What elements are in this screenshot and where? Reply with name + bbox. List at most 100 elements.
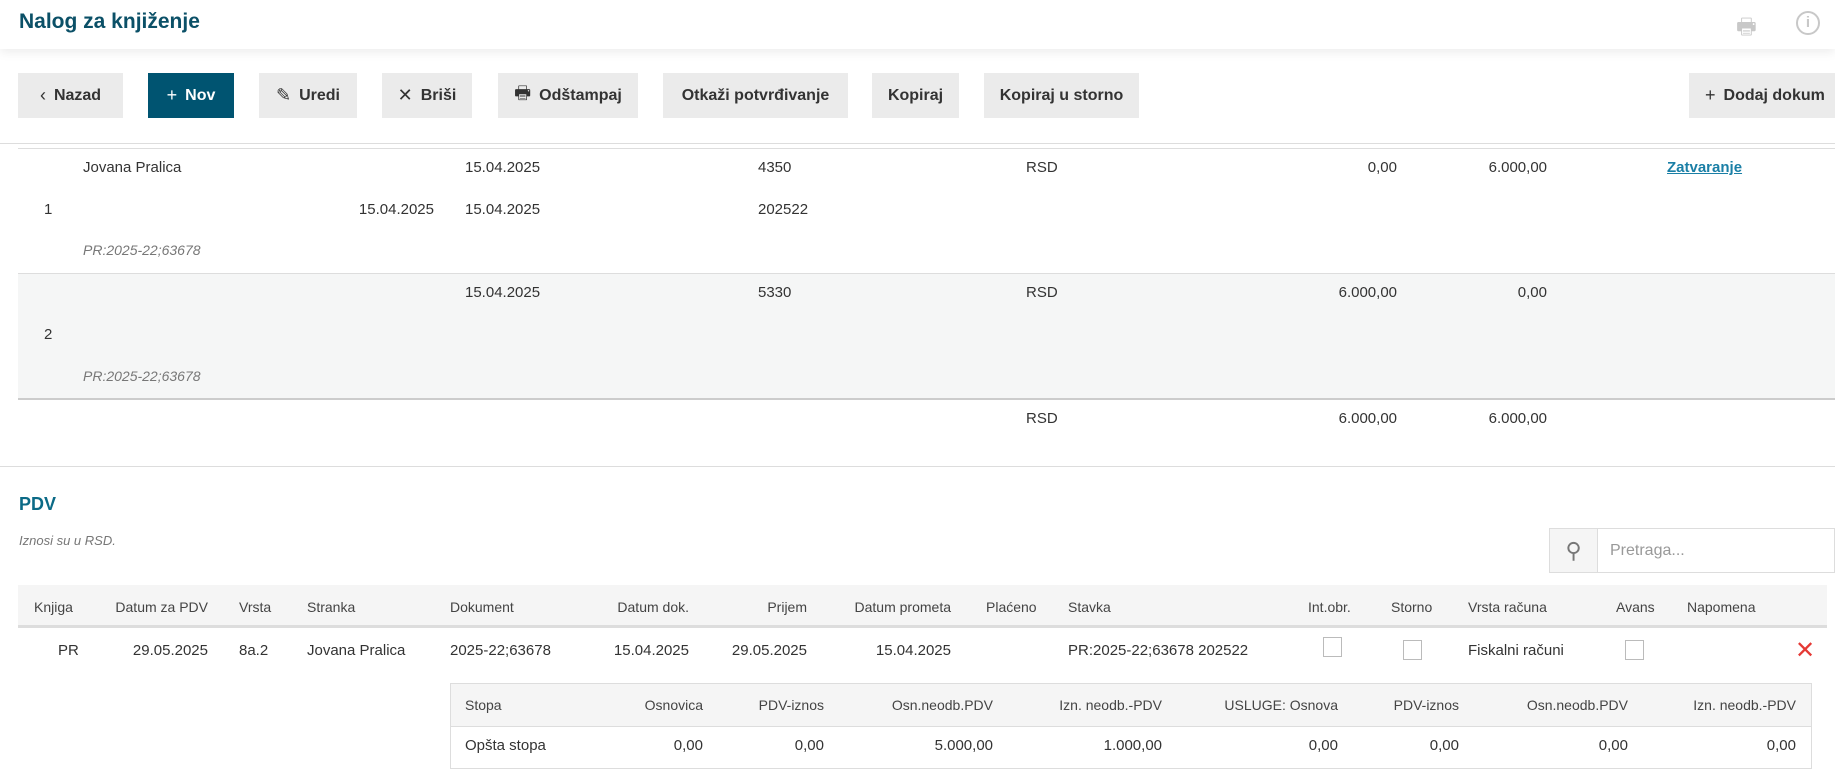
- cell-datum-pdv: 29.05.2025: [132, 642, 208, 659]
- app-header: Nalog za knjiženje 🖶 i: [0, 0, 1835, 49]
- column-header: Prijem: [767, 599, 807, 615]
- entry-reference: PR:2025-22;63678: [83, 242, 201, 258]
- close-icon: ✕: [397, 85, 413, 105]
- add-document-button[interactable]: + Dodaj dokum: [1689, 73, 1835, 118]
- column-header: Stavka: [1068, 599, 1111, 615]
- back-label: Nazad: [53, 86, 102, 104]
- entry-date: 15.04.2025: [465, 201, 541, 218]
- entry-credit: 6.000,00: [1488, 159, 1547, 176]
- entry-account: 4350: [758, 159, 792, 176]
- entry-due-date: 15.04.2025: [358, 201, 434, 218]
- cell-usluge-osn-neodb: 0,00: [1598, 737, 1628, 754]
- edit-label: Uredi: [299, 86, 340, 104]
- delete-label: Briši: [420, 86, 457, 104]
- page-title: Nalog za knjiženje: [19, 10, 200, 33]
- cell-osn-neodb: 5.000,00: [934, 737, 993, 754]
- column-header: Knjiga: [34, 599, 73, 615]
- delete-row-icon[interactable]: ✕: [1795, 636, 1815, 665]
- cell-vrsta-racuna: Fiskalni računi: [1468, 642, 1564, 659]
- printer-icon[interactable]: 🖶: [1736, 10, 1757, 48]
- cell-datum-dok: 15.04.2025: [613, 642, 689, 659]
- pdv-section-title: PDV: [19, 494, 57, 514]
- column-header: Izn. neodb.-PDV: [1059, 697, 1162, 713]
- cell-osnovica: 0,00: [673, 737, 703, 754]
- pencil-icon: ✎: [276, 85, 292, 105]
- search-box: ⚲: [1549, 528, 1835, 573]
- back-button[interactable]: ‹ Nazad: [18, 73, 123, 118]
- entry-date: 15.04.2025: [465, 159, 541, 176]
- int-obr-checkbox[interactable]: [1323, 637, 1342, 657]
- divider: [0, 143, 1835, 144]
- entry-currency: RSD: [1026, 159, 1058, 176]
- entry-account: 202522: [758, 201, 809, 218]
- column-header: Storno: [1391, 599, 1433, 615]
- divider: [18, 273, 1835, 274]
- avans-checkbox[interactable]: [1625, 640, 1644, 660]
- plus-icon: +: [1705, 85, 1716, 105]
- column-header: Plaćeno: [986, 599, 1037, 615]
- column-header: Datum dok.: [617, 599, 689, 615]
- new-label: Nov: [185, 86, 216, 104]
- entry-credit: 0,00: [1517, 284, 1547, 301]
- column-header: Napomena: [1687, 599, 1756, 615]
- cell-prijem: 29.05.2025: [731, 642, 807, 659]
- column-header: Datum prometa: [854, 599, 951, 615]
- new-button[interactable]: + Nov: [148, 73, 234, 118]
- column-header: Stranka: [307, 599, 356, 615]
- divider: [18, 398, 1835, 400]
- column-header: Osn.neodb.PDV: [1526, 697, 1628, 713]
- chevron-left-icon: ‹: [39, 85, 46, 105]
- currency-note: Iznosi su u RSD.: [19, 533, 116, 548]
- column-header: Stopa: [465, 697, 502, 713]
- cell-knjiga: PR: [58, 642, 79, 659]
- copy-storno-button[interactable]: Kopiraj u storno: [984, 73, 1139, 118]
- entry-party: Jovana Pralica: [83, 159, 182, 176]
- cell-vrsta: 8a.2: [239, 642, 269, 659]
- copy-button[interactable]: Kopiraj: [872, 73, 959, 118]
- closing-link[interactable]: Zatvaranje: [1667, 159, 1742, 176]
- cell-datum-prometa: 15.04.2025: [875, 642, 951, 659]
- printer-icon: 🖶: [514, 82, 532, 103]
- column-header: USLUGE: Osnova: [1224, 697, 1338, 713]
- column-header: Int.obr.: [1308, 599, 1351, 615]
- cell-stopa: Opšta stopa: [465, 737, 546, 754]
- search-input[interactable]: [1598, 529, 1834, 572]
- cell-usluge-pdv-iznos: 0,00: [1429, 737, 1459, 754]
- edit-button[interactable]: ✎ Uredi: [259, 73, 357, 118]
- totals-debit: 6.000,00: [1338, 410, 1397, 427]
- cell-stavka: PR:2025-22;63678 202522: [1068, 642, 1249, 659]
- column-header: Datum za PDV: [115, 599, 208, 615]
- storno-checkbox[interactable]: [1403, 640, 1422, 660]
- cell-usluge-izn-neodb: 0,00: [1766, 737, 1796, 754]
- plus-icon: +: [166, 85, 178, 105]
- vat-rates-table: [450, 683, 1812, 769]
- column-header: PDV-iznos: [1393, 697, 1459, 713]
- column-header: Osn.neodb.PDV: [891, 697, 993, 713]
- totals-currency: RSD: [1026, 410, 1058, 427]
- totals-credit: 6.000,00: [1488, 410, 1547, 427]
- cell-stranka: Jovana Pralica: [307, 642, 406, 659]
- column-header: Avans: [1616, 599, 1655, 615]
- print-button[interactable]: 🖶 Odštampaj: [498, 73, 638, 118]
- divider: [0, 466, 1835, 467]
- entry-number: 1: [44, 201, 53, 218]
- print-label: Odštampaj: [539, 86, 622, 104]
- divider: [18, 148, 1835, 149]
- entry-date: 15.04.2025: [465, 284, 541, 301]
- cancel-confirm-button[interactable]: Otkaži potvrđivanje: [663, 73, 848, 118]
- add-document-label: Dodaj dokum: [1723, 86, 1825, 104]
- entry-currency: RSD: [1026, 284, 1058, 301]
- column-header: Dokument: [450, 599, 514, 615]
- column-header: Osnovica: [644, 697, 703, 713]
- entry-debit: 0,00: [1367, 159, 1397, 176]
- cell-dokument: 2025-22;63678: [450, 642, 551, 659]
- search-icon[interactable]: ⚲: [1550, 529, 1598, 572]
- column-header: Vrsta: [239, 599, 272, 615]
- column-header: Vrsta računa: [1468, 599, 1547, 615]
- cell-usluge-osnova: 0,00: [1308, 737, 1338, 754]
- delete-button[interactable]: ✕ Briši: [382, 73, 472, 118]
- info-icon[interactable]: i: [1796, 11, 1820, 35]
- entry-account: 5330: [758, 284, 792, 301]
- entry-number: 2: [44, 326, 53, 343]
- entry-row-bg: [18, 273, 1835, 398]
